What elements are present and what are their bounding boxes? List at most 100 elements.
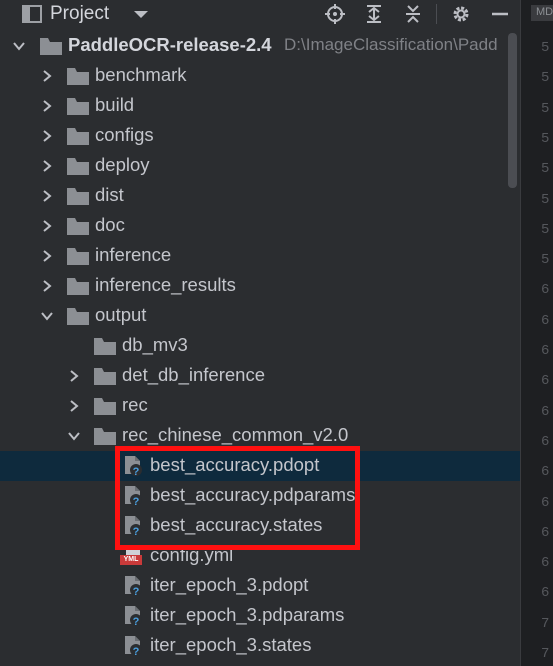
line-number: 5 [541,100,550,117]
tree-item-label: db_mv3 [122,334,188,355]
line-number: 5 [541,252,550,269]
line-number: 6 [541,312,550,329]
tree-item-label: benchmark [95,64,187,85]
editor-gutter: 5 5 5 5 5 5 5 5 6 6 6 6 6 6 6 6 6 6 6 7 7 [520,0,553,666]
line-number: 6 [541,373,550,390]
dropdown-icon[interactable] [131,4,151,24]
line-number: 6 [541,433,550,450]
yml-badge: YML [120,555,142,565]
chevron-right-icon[interactable] [40,159,54,173]
line-number: 7 [541,615,550,632]
tree-folder-row[interactable]: inference_results [0,271,520,301]
editor-tab-md[interactable]: MD [531,5,553,21]
line-number: 5 [541,70,550,87]
tree-file-row[interactable]: ? iter_epoch_3.pdparams [0,601,520,631]
tree-folder-row[interactable]: inference [0,241,520,271]
folder-icon [94,428,116,445]
root-project-path: D:\ImageClassification\Padd [284,35,498,54]
folder-icon [94,398,116,415]
tree-folder-row[interactable]: doc [0,211,520,241]
line-number: 6 [541,494,550,511]
unknown-file-icon: ? [125,576,142,597]
chevron-down-icon[interactable] [67,429,81,443]
tree-item-label: rec_chinese_common_v2.0 [122,424,349,445]
svg-text:?: ? [133,616,140,627]
chevron-right-icon[interactable] [40,69,54,83]
tree-item-label: inference [95,244,172,265]
folder-icon [67,308,89,325]
line-number: 6 [541,555,550,572]
folder-icon [67,128,89,145]
unknown-file-icon: ? [125,606,142,627]
line-number: 5 [541,191,550,208]
expand-all-icon[interactable] [364,4,384,24]
collapse-all-icon[interactable] [403,4,423,24]
tree-item-label: det_db_inference [122,364,265,385]
tree-item-label: iter_epoch_3.states [150,634,312,655]
project-view-icon[interactable] [22,4,42,24]
unknown-file-icon: ? [125,636,142,657]
chevron-right-icon[interactable] [40,219,54,233]
hide-icon[interactable] [490,4,510,24]
folder-icon [67,248,89,265]
tree-item-label: inference_results [95,274,236,295]
editor-tab-label: MD [536,6,553,18]
project-tree: PaddleOCR-release-2.4 D:\ImageClassifica… [0,31,520,666]
line-number: 5 [541,130,550,147]
line-number: 5 [541,221,550,238]
tree-item-label: dist [95,184,124,205]
folder-icon [94,368,116,385]
tree-item-label: iter_epoch_3.pdopt [150,574,309,595]
tree-folder-row[interactable]: output [0,301,520,331]
tree-folder-row[interactable]: configs [0,121,520,151]
line-number: 5 [541,40,550,56]
tree-folder-row[interactable]: benchmark [0,61,520,91]
tree-folder-row[interactable]: build [0,91,520,121]
tree-item-label: rec [122,394,148,415]
tree-item-label: deploy [95,154,150,175]
svg-text:?: ? [133,646,140,657]
chevron-right-icon[interactable] [67,399,81,413]
chevron-right-icon[interactable] [40,189,54,203]
chevron-right-icon[interactable] [67,369,81,383]
folder-icon [40,38,62,55]
line-number: 6 [541,343,550,359]
tree-folder-row[interactable]: db_mv3 [0,331,520,361]
svg-text:?: ? [133,586,140,597]
locate-icon[interactable] [325,4,345,24]
chevron-right-icon[interactable] [40,279,54,293]
chevron-down-icon[interactable] [12,39,26,53]
settings-icon[interactable] [451,4,471,24]
tree-folder-row[interactable]: det_db_inference [0,361,520,391]
folder-icon [67,68,89,85]
folder-icon [67,278,89,295]
line-number: 6 [541,464,550,481]
line-number: 6 [541,585,550,602]
tree-folder-row[interactable]: deploy [0,151,520,181]
tree-file-row[interactable]: ? iter_epoch_3.pdopt [0,571,520,601]
tree-item-label: build [95,94,135,115]
tree-item-label: output [95,304,147,325]
folder-icon [67,98,89,115]
tree-item-label: iter_epoch_3.pdparams [150,604,345,625]
tree-item-label: doc [95,214,125,235]
tree-folder-row[interactable]: dist [0,181,520,211]
chevron-right-icon[interactable] [40,249,54,263]
tree-file-row[interactable]: ? iter_epoch_3.states [0,631,520,661]
folder-icon [67,158,89,175]
chevron-right-icon[interactable] [40,129,54,143]
tree-item-label: configs [95,124,154,145]
tool-window-title[interactable]: Project [50,3,109,25]
tree-root[interactable]: PaddleOCR-release-2.4 D:\ImageClassifica… [0,31,520,61]
vertical-scrollbar[interactable] [508,33,517,188]
project-toolbar: Project [0,0,520,28]
chevron-right-icon[interactable] [40,99,54,113]
line-number: 6 [541,282,550,299]
folder-icon [67,188,89,205]
folder-icon [67,218,89,235]
tree-folder-row[interactable]: rec [0,391,520,421]
line-number: 5 [541,161,550,178]
chevron-down-icon[interactable] [40,309,54,323]
line-number: 6 [541,403,550,420]
annotation-highlight-box [115,446,360,550]
